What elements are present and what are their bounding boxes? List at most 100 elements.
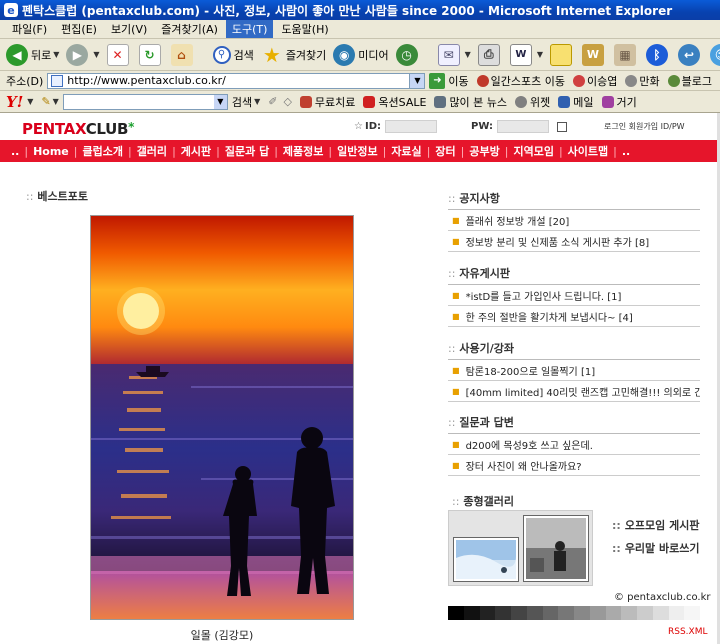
bullet-icon: ■ (452, 215, 460, 225)
korean-usage-label: 우리말 바로쓰기 (624, 542, 700, 555)
eraser-icon[interactable]: ◇ (283, 95, 291, 108)
list-item-text: d200에 목성9호 쓰고 싶은데. (465, 440, 593, 452)
gallery-thumb-2[interactable] (523, 515, 589, 582)
address-dropdown-icon[interactable]: ▼ (409, 73, 425, 88)
gallery-thumb-1[interactable] (453, 537, 519, 582)
history-button[interactable]: ◷ (395, 43, 421, 66)
yahoo-logo-icon[interactable]: Y! (6, 93, 23, 111)
nav-sitemap[interactable]: 사이트맵 (563, 143, 613, 159)
list-item[interactable]: ■ 정보방 분리 및 신제품 소식 게시판 추가 [8] (448, 231, 700, 252)
qna-section: :: 질문과 답변 ■ d200에 목성9호 쓰고 싶은데. ■ 장터 사진이 왜 안… (448, 414, 700, 476)
mail-button[interactable]: ✉ ▼ (437, 43, 471, 66)
yahoo-free-treatment[interactable]: 무료치료 (299, 94, 355, 110)
mail-icon: ✉ (437, 43, 460, 66)
nav-study[interactable]: 공부방 (464, 143, 504, 159)
yahoo-auction-sale[interactable]: 옥션SALE (363, 94, 426, 110)
bullet-icon: ■ (452, 439, 460, 449)
menu-tools[interactable]: 도구(T) (225, 20, 274, 38)
bullet-icon: ■ (452, 236, 460, 246)
menu-edit[interactable]: 편집(E) (55, 20, 103, 38)
sunset-photo (91, 216, 353, 619)
nav-local-meetings[interactable]: 지역모임 (508, 143, 558, 159)
link-leeseungyeop[interactable]: 이승엽 (573, 73, 617, 89)
wiki-button[interactable]: W (581, 43, 607, 66)
yahoo-dropdown-icon[interactable]: ▼ (27, 97, 33, 106)
search-button[interactable]: ⚲ 검색 (212, 45, 254, 64)
nav-qna[interactable]: 질문과 답 (220, 143, 274, 159)
yahoo-search-button[interactable]: 검색 (232, 94, 252, 110)
search-icon: ⚲ (212, 45, 231, 64)
bluetooth-button[interactable]: ᛒ (645, 43, 671, 66)
offline-meeting-board-link[interactable]: :: 오프모임 게시판 (612, 517, 699, 533)
nav-club-intro[interactable]: 클럽소개 (77, 143, 127, 159)
rss-link[interactable]: RSS.XML (668, 627, 708, 637)
yahoo-search-dropdown-icon[interactable]: ▼ (213, 94, 227, 109)
messenger-button[interactable]: ↩ (677, 43, 703, 66)
nav-general-info[interactable]: 일반정보 (332, 143, 382, 159)
menu-view[interactable]: 보기(V) (105, 20, 153, 38)
nav-product-info[interactable]: 제품정보 (278, 143, 328, 159)
free-board-title: 자유게시판 (459, 267, 511, 280)
list-item[interactable]: ■ 한 주의 절반을 활기차게 보냅시다~ [4] (448, 306, 700, 327)
favorites-button[interactable]: ★ 즐겨찾기 (261, 43, 326, 67)
list-item[interactable]: ■ d200에 목성9호 쓰고 싶은데. (448, 434, 700, 455)
print-button[interactable]: ⎙ (477, 43, 503, 66)
pencil-icon[interactable]: ✎ (41, 95, 50, 108)
star-bullet-icon: ☆ (354, 121, 363, 132)
nav-home[interactable]: Home (28, 145, 74, 158)
highlight-icon[interactable]: ✐ (268, 95, 277, 108)
home-button[interactable]: ⌂ (170, 43, 196, 66)
gallery-thumbnails (448, 510, 593, 586)
stop-button[interactable]: ✕ (106, 43, 132, 66)
mail-dropdown-icon: ▼ (464, 50, 471, 59)
best-photo-image[interactable] (90, 215, 354, 620)
link-ilgan[interactable]: 일간스포츠 이동 (476, 73, 565, 89)
heading-marker: :: (448, 342, 456, 355)
mail-icon (558, 95, 571, 108)
korean-usage-link[interactable]: :: 우리말 바로쓰기 (612, 540, 699, 556)
list-item[interactable]: ■ *istD를 들고 가입인사 드립니다. [1] (448, 285, 700, 306)
id-input[interactable] (385, 120, 437, 133)
yahoo-mail[interactable]: 메일 (558, 94, 594, 110)
pw-input[interactable] (497, 120, 550, 133)
yahoo-geogi[interactable]: 거기 (601, 94, 637, 110)
list-item[interactable]: ■ 탐론18-200으로 일몰찍기 [1] (448, 360, 700, 381)
discuss-button[interactable] (549, 43, 575, 66)
pencil-dropdown-icon[interactable]: ▼ (53, 97, 59, 106)
nav-board[interactable]: 게시판 (176, 143, 216, 159)
top-links[interactable]: 로그인 회원가입 ID/PW (604, 121, 685, 132)
contacts-button[interactable]: ☺ (709, 43, 720, 66)
link-manhwa[interactable]: 만화 (625, 73, 660, 89)
save-id-checkbox[interactable] (557, 121, 568, 132)
link-label: 이승엽 (587, 74, 618, 88)
menu-favorites[interactable]: 즐겨찾기(A) (155, 20, 224, 38)
yahoo-widget[interactable]: 위젯 (515, 94, 550, 110)
nav-archive[interactable]: 자료실 (386, 143, 426, 159)
list-item[interactable]: ■ 플래쉬 정보방 개설 [20] (448, 210, 700, 231)
media-button[interactable]: ◉ 미디어 (333, 43, 389, 66)
menu-file[interactable]: 파일(F) (6, 20, 53, 38)
menu-help[interactable]: 도움말(H) (275, 20, 334, 38)
yahoo-search-input[interactable]: ▼ (62, 93, 228, 110)
list-item[interactable]: ■ [40mm limited] 40리밋 랜즈캡 고민해결!!! 의외로 간..… (448, 381, 700, 402)
link-blog[interactable]: 블로그 (667, 73, 712, 89)
refresh-button[interactable]: ↻ (138, 43, 164, 66)
yahoo-popular-news[interactable]: 많이 본 뉴스 (434, 94, 507, 110)
edit-button[interactable]: W ▼ (509, 43, 543, 66)
yahoo-search-dropdown[interactable]: ▼ (254, 97, 260, 106)
go-button[interactable]: ➜ 이동 (429, 72, 469, 89)
best-photo-title: 베스트포토 (37, 190, 89, 203)
media-label: 미디어 (358, 48, 389, 62)
best-photo-caption[interactable]: 일몰 (김강모) (90, 627, 354, 643)
back-button[interactable]: ◀ 뒤로 ▼ (6, 43, 59, 66)
nav-gallery[interactable]: 갤러리 (132, 143, 172, 159)
heading-marker: :: (448, 416, 456, 429)
list-item[interactable]: ■ 장터 사진이 왜 안나올까요? (448, 455, 700, 476)
pw-label: PW: (471, 121, 494, 132)
address-input[interactable]: http://www.pentaxclub.co.kr/ ▼ (47, 72, 426, 89)
nav-market[interactable]: 장터 (430, 143, 460, 159)
forward-button[interactable]: ▶ ▼ (66, 43, 100, 66)
site-logo[interactable]: PENTAXCLUB* (22, 120, 134, 138)
research-button[interactable]: ▦ (613, 43, 639, 66)
logo-pentax: PENTAX (22, 120, 86, 138)
